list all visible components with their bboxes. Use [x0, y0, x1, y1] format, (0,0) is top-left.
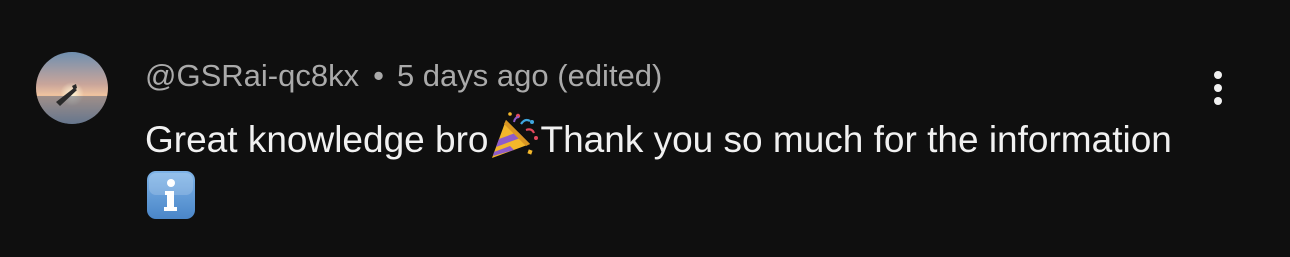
menu-dot [1214, 84, 1222, 92]
comment-text-part2: Thank you so much for the information [540, 119, 1172, 160]
avatar[interactable] [36, 52, 108, 124]
meta-separator: • [373, 58, 384, 93]
information-icon [145, 169, 197, 221]
edited-label: (edited) [557, 58, 663, 93]
menu-dot [1214, 71, 1222, 79]
more-options-button[interactable] [1196, 64, 1240, 112]
comment-text-part1: Great knowledge bro [145, 119, 489, 160]
comment-time[interactable]: 5 days ago [397, 58, 549, 93]
comment-meta: @GSRai-qc8kx • 5 days ago (edited) [145, 56, 662, 96]
party-popper-icon [488, 110, 540, 162]
comment-text: Great knowledge bro Thank you so much fo… [145, 110, 1175, 228]
comment-item: @GSRai-qc8kx • 5 days ago (edited) Great k… [0, 0, 1290, 257]
author-name[interactable]: @GSRai-qc8kx [145, 58, 359, 93]
menu-dot [1214, 97, 1222, 105]
